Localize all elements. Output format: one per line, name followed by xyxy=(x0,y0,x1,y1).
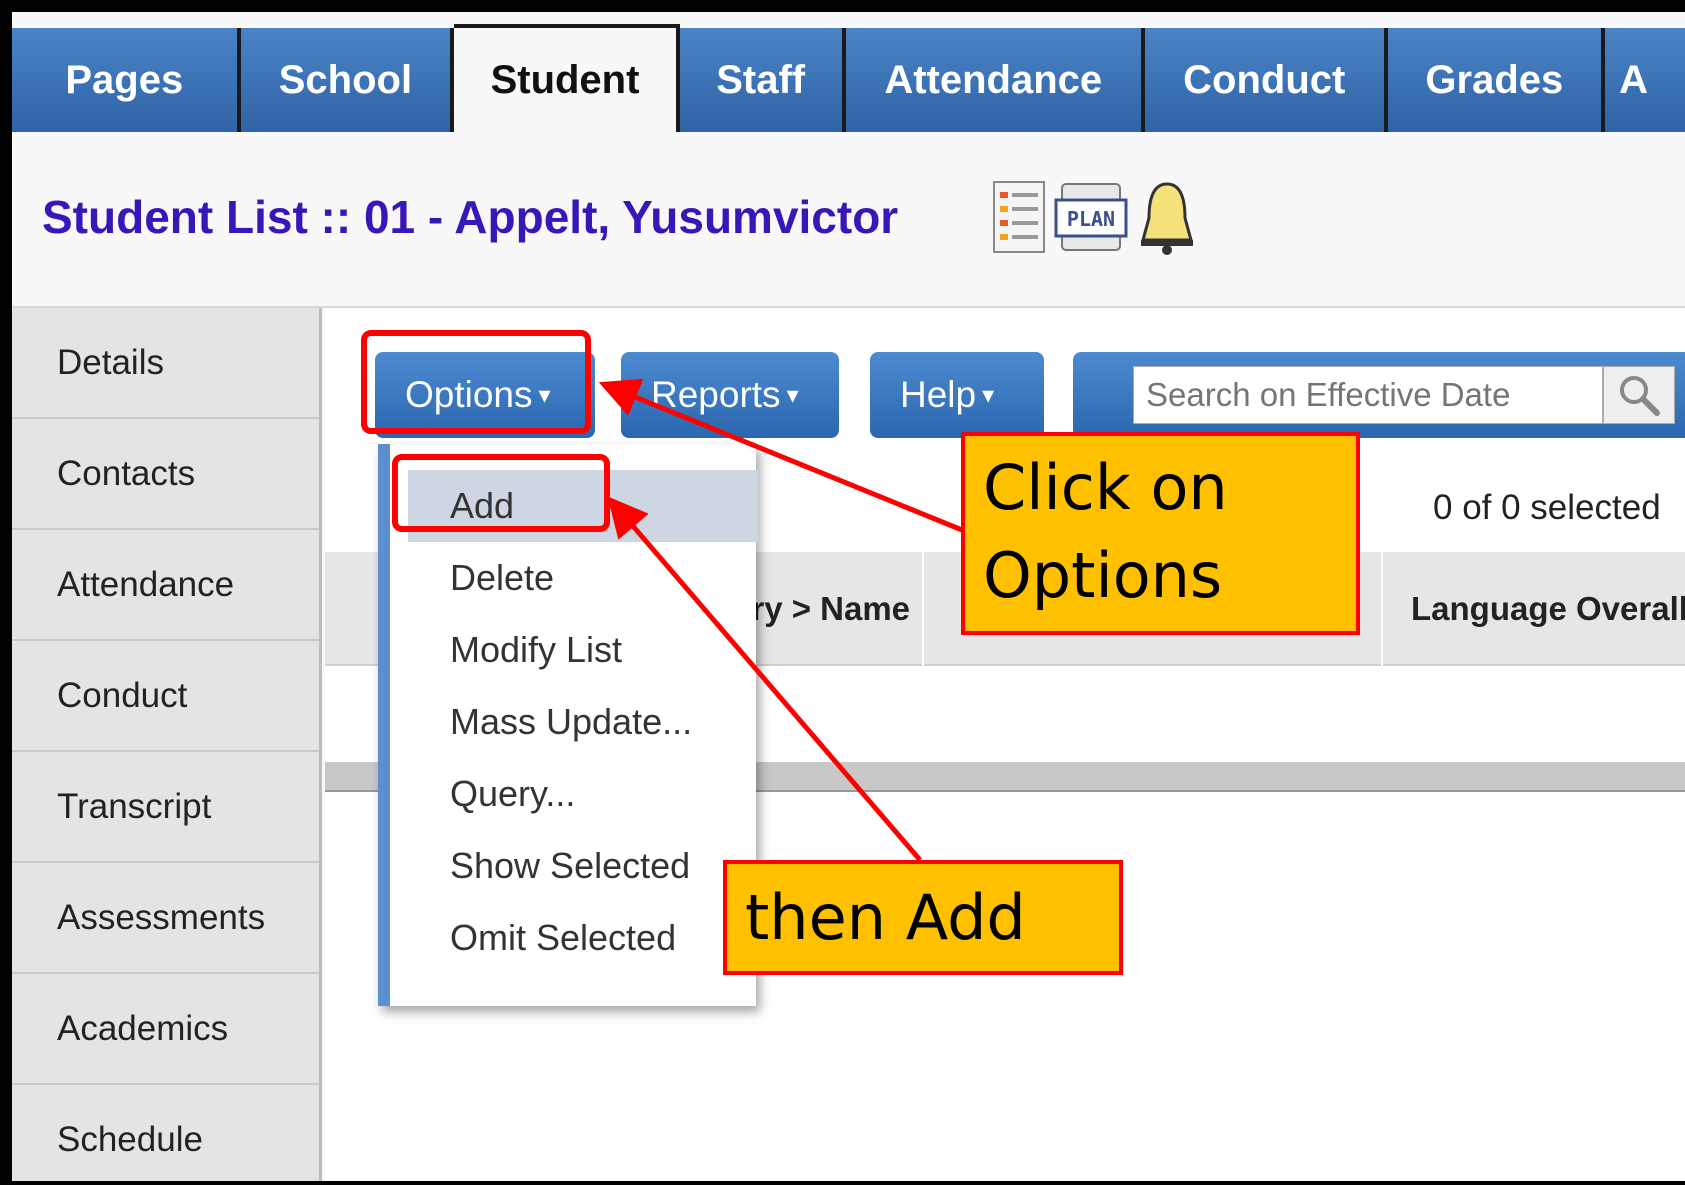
reports-button[interactable]: Reports ▾ xyxy=(621,352,839,438)
reports-button-label: Reports xyxy=(651,374,781,415)
tab-school[interactable]: School xyxy=(240,28,455,132)
selection-count: 0 of 0 selected xyxy=(1433,488,1661,527)
add-highlight-box xyxy=(392,454,610,532)
help-button[interactable]: Help ▾ xyxy=(870,352,1044,438)
tab-attendance[interactable]: Attendance xyxy=(845,28,1145,132)
tab-a-truncated[interactable]: A xyxy=(1605,28,1685,132)
column-separator xyxy=(1381,552,1383,666)
column-separator xyxy=(922,552,924,666)
callout-then-add: then Add xyxy=(723,860,1123,975)
column-header-name[interactable]: ary > Name xyxy=(733,552,913,666)
plan-icon[interactable]: PLAN xyxy=(1052,178,1130,261)
sidebar-item-transcript[interactable]: Transcript xyxy=(12,752,319,863)
bell-icon[interactable] xyxy=(1137,178,1197,261)
chevron-down-icon: ▾ xyxy=(786,381,799,409)
sidebar-item-academics[interactable]: Academics xyxy=(12,974,319,1085)
search-icon xyxy=(1620,376,1660,416)
menu-item-show-selected[interactable]: Show Selected xyxy=(408,830,758,902)
tab-pages[interactable]: Pages xyxy=(12,28,241,132)
menu-item-query[interactable]: Query... xyxy=(408,758,758,830)
app-window: Pages School Student Staff Attendance Co… xyxy=(12,12,1685,1181)
search-button[interactable] xyxy=(1603,366,1675,424)
sidebar-item-contacts[interactable]: Contacts xyxy=(12,419,319,530)
chevron-down-icon: ▾ xyxy=(982,381,995,409)
page-title: Student List :: 01 - Appelt, Yusumvictor xyxy=(42,191,899,243)
callout-then-add-text: then Add xyxy=(745,881,1026,954)
sidebar-item-conduct[interactable]: Conduct xyxy=(12,641,319,752)
svg-text:PLAN: PLAN xyxy=(1067,207,1115,231)
menu-item-mass-update[interactable]: Mass Update... xyxy=(408,686,758,758)
callout-click-options: Click on Options xyxy=(961,432,1360,635)
callout-line-1: Click on xyxy=(983,451,1228,524)
help-button-label: Help xyxy=(900,374,977,415)
options-highlight-box xyxy=(361,330,591,434)
top-tab-bar: Pages School Student Staff Attendance Co… xyxy=(12,24,1685,132)
menu-item-delete[interactable]: Delete xyxy=(408,542,758,614)
tab-student[interactable]: Student xyxy=(454,24,680,132)
sidebar-item-schedule[interactable]: Schedule xyxy=(12,1085,319,1181)
sidebar-item-assessments[interactable]: Assessments xyxy=(12,863,319,974)
search-bar xyxy=(1073,352,1685,438)
sidebar: Details Contacts Attendance Conduct Tran… xyxy=(12,308,322,1181)
tab-staff[interactable]: Staff xyxy=(679,28,846,132)
column-header-language-overall[interactable]: Language Overall xyxy=(1411,552,1685,666)
sidebar-item-attendance[interactable]: Attendance xyxy=(12,530,319,641)
page-header: Student List :: 01 - Appelt, Yusumvictor… xyxy=(12,132,1685,308)
sidebar-item-details[interactable]: Details xyxy=(12,308,319,419)
list-icon[interactable] xyxy=(990,178,1048,261)
menu-item-modify-list[interactable]: Modify List xyxy=(408,614,758,686)
menu-item-omit-selected[interactable]: Omit Selected xyxy=(408,902,758,974)
search-input[interactable] xyxy=(1133,366,1603,424)
tab-grades[interactable]: Grades xyxy=(1387,28,1606,132)
tab-conduct[interactable]: Conduct xyxy=(1144,28,1388,132)
callout-line-2: Options xyxy=(983,539,1223,612)
